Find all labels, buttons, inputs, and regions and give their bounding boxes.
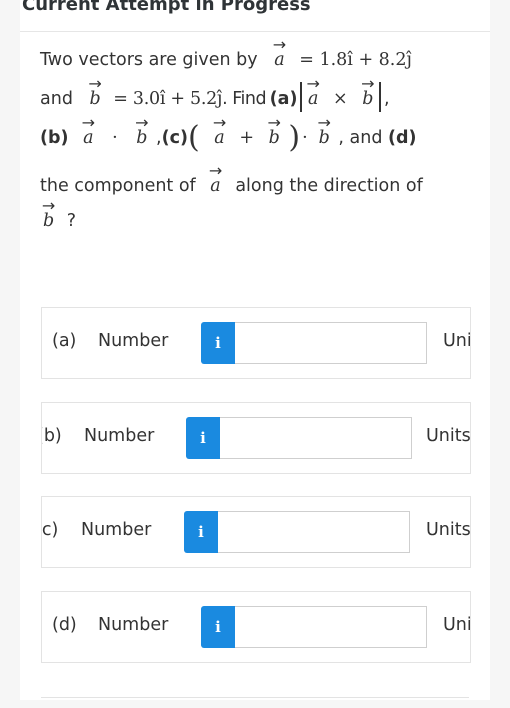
right-paren: ) — [288, 120, 301, 155]
question-text: along the direction of — [235, 176, 423, 196]
vector-b: b — [133, 124, 150, 152]
number-input[interactable] — [218, 511, 410, 553]
comma: , — [383, 89, 390, 109]
vector-b: b — [316, 124, 333, 152]
next-section-border — [41, 697, 469, 708]
number-input[interactable] — [235, 322, 427, 364]
comma: , — [150, 128, 162, 148]
part-c-label: (c) — [161, 128, 188, 148]
part-b-label: (b) — [40, 128, 69, 148]
answer-label: (d) — [52, 615, 77, 635]
answer-type-label: Number — [98, 331, 169, 351]
part-d-label: (d) — [388, 128, 417, 148]
title-divider — [20, 31, 490, 32]
left-paren: ( — [188, 120, 200, 155]
answer-label: (a) — [52, 331, 77, 351]
and-text: and — [40, 89, 73, 109]
question-line-3: (b) a · b ,(c)( a + b )·b , and (d) — [40, 123, 470, 153]
question-line-5: b ? — [40, 207, 470, 235]
dot-symbol: · — [302, 128, 308, 148]
answer-row-a: (a) Number i Units — [41, 307, 471, 379]
number-input[interactable] — [235, 606, 427, 648]
answer-row-c: (c) Number i Units — [41, 496, 471, 568]
vector-a: a — [211, 124, 227, 152]
vector-b: b — [266, 124, 283, 152]
answer-row-b: (b) Number i Units — [41, 402, 471, 474]
find-text: . Find — [222, 89, 267, 109]
units-label[interactable]: Units — [426, 520, 470, 540]
vector-b: b — [40, 207, 57, 235]
vector-a: a — [271, 46, 287, 74]
vector-b: b — [359, 85, 376, 113]
vector-b-expression: = 3.0î + 5.2ĵ — [113, 89, 223, 109]
units-label[interactable]: Units — [443, 615, 470, 635]
plus-symbol: + — [239, 128, 254, 148]
answer-row-d: (d) Number i Units — [41, 591, 471, 663]
abs-bar-right — [379, 82, 381, 112]
part-a-label: (a) — [269, 89, 298, 109]
vector-a: a — [80, 124, 96, 152]
number-input[interactable] — [220, 417, 412, 459]
answer-type-label: Number — [84, 426, 155, 446]
answer-type-label: Number — [81, 520, 152, 540]
answer-type-label: Number — [98, 615, 169, 635]
dot-symbol: · — [112, 128, 118, 148]
question-line-2: and b = 3.0î + 5.2ĵ. Find (a)a × b, — [40, 82, 470, 113]
and-text: , and — [332, 128, 389, 148]
abs-bar-left — [300, 82, 302, 112]
units-label[interactable]: Units — [443, 331, 470, 351]
question-line-1: Two vectors are given by a = 1.8î + 8.2ĵ — [40, 46, 470, 74]
question-intro: Two vectors are given by — [40, 50, 258, 70]
question-line-4: the component of a along the direction o… — [40, 172, 470, 200]
answer-label: (c) — [41, 520, 59, 540]
units-label[interactable]: Units — [426, 426, 470, 446]
page-title: Current Attempt in Progress — [22, 0, 311, 15]
info-icon[interactable]: i — [201, 322, 235, 364]
cross-symbol: × — [333, 89, 348, 109]
vector-a: a — [207, 172, 223, 200]
info-icon[interactable]: i — [201, 606, 235, 648]
info-icon[interactable]: i — [184, 511, 218, 553]
info-icon[interactable]: i — [186, 417, 220, 459]
question-text: the component of — [40, 176, 196, 196]
question-mark: ? — [66, 211, 77, 231]
vector-a-expression: = 1.8î + 8.2ĵ — [299, 50, 412, 70]
answer-label: (b) — [42, 426, 62, 446]
